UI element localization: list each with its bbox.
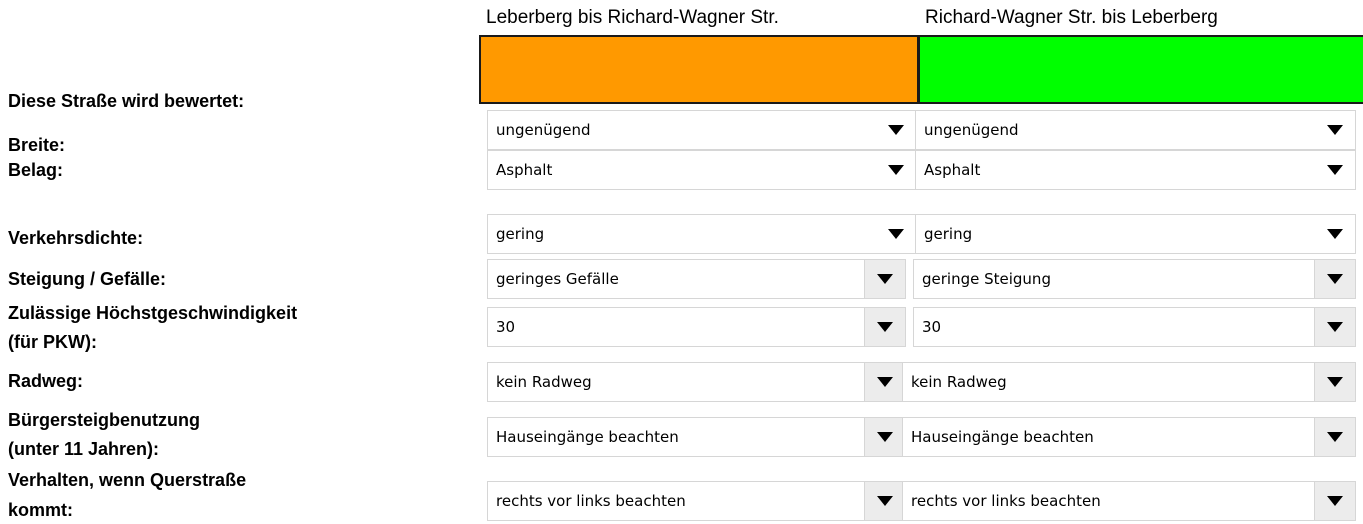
label-speed-line1: Zulässige Höchstgeschwindigkeit [8, 303, 298, 323]
speed-select-right[interactable]: 30 [913, 307, 1356, 347]
verkehrsdichte-select-right[interactable]: gering [915, 214, 1356, 254]
sidewalk-value-left: Hauseingänge beachten [496, 428, 679, 446]
dropdown-arrow-button[interactable] [864, 363, 905, 401]
triangle-down-icon [888, 229, 904, 239]
sidewalk-value-right: Hauseingänge beachten [911, 428, 1094, 446]
sidewalk-select-left[interactable]: Hauseingänge beachten [487, 417, 906, 457]
label-rated-street: Diese Straße wird bewertet: [8, 91, 245, 111]
dropdown-arrow-button[interactable] [1314, 482, 1355, 520]
belag-value-right: Asphalt [924, 161, 981, 179]
dropdown-arrow-button[interactable] [864, 418, 905, 456]
triangle-down-icon [1327, 274, 1343, 284]
triangle-down-icon [888, 125, 904, 135]
triangle-down-icon [1327, 432, 1343, 442]
dropdown-arrow-button[interactable] [1314, 363, 1355, 401]
triangle-down-icon [1327, 322, 1343, 332]
radweg-value-left: kein Radweg [496, 373, 592, 391]
breite-select-left[interactable]: ungenügend [487, 110, 917, 150]
cross-select-left[interactable]: rechts vor links beachten [487, 481, 906, 521]
triangle-down-icon [877, 432, 893, 442]
label-sidewalk-line1: Bürgersteigbenutzung [8, 410, 200, 430]
label-belag: Belag: [8, 160, 64, 180]
rating-swatch-left [479, 35, 920, 104]
cross-value-left: rechts vor links beachten [496, 492, 686, 510]
steigung-value-left: geringes Gefälle [496, 270, 619, 288]
label-cross-line1: Verhalten, wenn Querstraße [8, 470, 247, 490]
triangle-down-icon [877, 274, 893, 284]
steigung-select-right[interactable]: geringe Steigung [913, 259, 1356, 299]
sidewalk-select-right[interactable]: Hauseingänge beachten [902, 417, 1356, 457]
verkehrsdichte-value-left: gering [496, 225, 545, 243]
dropdown-arrow-button[interactable] [1314, 260, 1355, 298]
verkehrsdichte-value-right: gering [924, 225, 973, 243]
dropdown-arrow-button[interactable] [876, 111, 916, 149]
triangle-down-icon [1327, 165, 1343, 175]
breite-value-right: ungenügend [924, 121, 1019, 139]
triangle-down-icon [877, 377, 893, 387]
cross-select-right[interactable]: rechts vor links beachten [902, 481, 1356, 521]
rating-swatch-right [920, 35, 1363, 104]
triangle-down-icon [1327, 125, 1343, 135]
triangle-down-icon [1327, 377, 1343, 387]
radweg-select-left[interactable]: kein Radweg [487, 362, 906, 402]
belag-select-left[interactable]: Asphalt [487, 150, 917, 190]
dropdown-arrow-button[interactable] [1315, 215, 1355, 253]
triangle-down-icon [888, 165, 904, 175]
speed-value-left: 30 [496, 318, 516, 336]
label-steigung: Steigung / Gefälle: [8, 269, 167, 289]
verkehrsdichte-select-left[interactable]: gering [487, 214, 917, 254]
triangle-down-icon [1327, 496, 1343, 506]
label-radweg: Radweg: [8, 371, 84, 391]
label-cross-line2: kommt: [8, 500, 74, 520]
triangle-down-icon [877, 322, 893, 332]
triangle-down-icon [1327, 229, 1343, 239]
label-verkehrsdichte: Verkehrsdichte: [8, 228, 144, 248]
radweg-value-right: kein Radweg [911, 373, 1007, 391]
dropdown-arrow-button[interactable] [864, 308, 905, 346]
dropdown-arrow-button[interactable] [1315, 151, 1355, 189]
dropdown-arrow-button[interactable] [876, 151, 916, 189]
label-sidewalk-line2: (unter 11 Jahren): [8, 439, 160, 459]
dropdown-arrow-button[interactable] [864, 482, 905, 520]
steigung-value-right: geringe Steigung [922, 270, 1051, 288]
speed-value-right: 30 [922, 318, 942, 336]
cross-value-right: rechts vor links beachten [911, 492, 1101, 510]
steigung-select-left[interactable]: geringes Gefälle [487, 259, 906, 299]
radweg-select-right[interactable]: kein Radweg [902, 362, 1356, 402]
label-breite: Breite: [8, 135, 66, 155]
dropdown-arrow-button[interactable] [876, 215, 916, 253]
dropdown-arrow-button[interactable] [1314, 418, 1355, 456]
breite-select-right[interactable]: ungenügend [915, 110, 1356, 150]
triangle-down-icon [877, 496, 893, 506]
dropdown-arrow-button[interactable] [864, 260, 905, 298]
belag-select-right[interactable]: Asphalt [915, 150, 1356, 190]
column-header-right: Richard-Wagner Str. bis Leberberg [925, 7, 1218, 28]
speed-select-left[interactable]: 30 [487, 307, 906, 347]
breite-value-left: ungenügend [496, 121, 591, 139]
belag-value-left: Asphalt [496, 161, 553, 179]
column-header-left: Leberberg bis Richard-Wagner Str. [486, 7, 779, 28]
dropdown-arrow-button[interactable] [1315, 111, 1355, 149]
dropdown-arrow-button[interactable] [1314, 308, 1355, 346]
label-speed-line2: (für PKW): [8, 332, 97, 352]
